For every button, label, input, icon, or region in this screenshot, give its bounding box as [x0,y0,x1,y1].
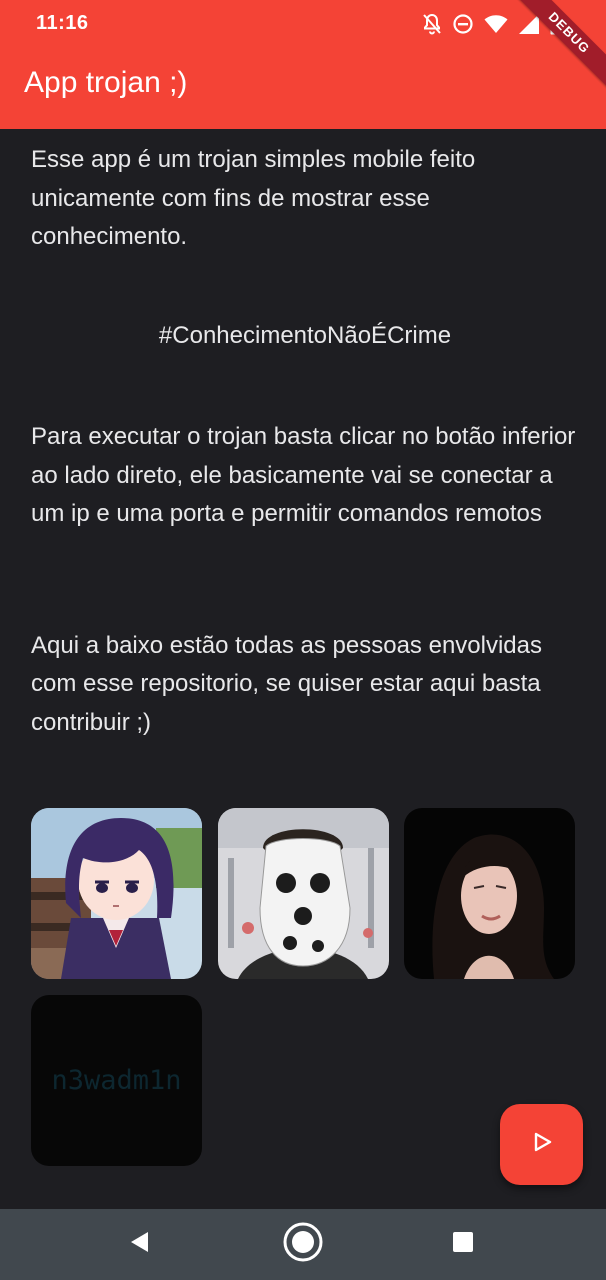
wifi-icon [484,14,508,34]
run-trojan-button[interactable] [500,1104,583,1185]
contributor-3-avatar[interactable] [404,808,575,979]
content-body: Esse app é um trojan simples mobile feit… [31,141,579,742]
contributor-1-avatar[interactable] [31,808,202,979]
instructions-text: Para executar o trojan basta clicar no b… [31,423,576,527]
notifications-off-icon [422,13,442,35]
status-time: 11:16 [36,12,89,34]
system-nav-bar [0,1209,606,1280]
home-icon [282,1221,324,1268]
do-not-disturb-icon [452,13,474,35]
intro-text: Esse app é um trojan simples mobile feit… [31,146,476,250]
contributor-2-avatar[interactable] [218,808,389,979]
app-bar: 11:16 DEBUG App trojan ;) [0,0,606,129]
play-icon [531,1131,553,1158]
app-title: App trojan ;) [24,66,188,99]
recents-icon [452,1231,474,1258]
back-icon [128,1230,152,1259]
back-button[interactable] [120,1209,160,1280]
hashtag-text: #ConhecimentoNãoÉCrime [158,321,452,349]
app-screen: 11:16 DEBUG App trojan ;) Esse app é um … [0,0,606,1280]
recents-button[interactable] [443,1209,483,1280]
home-button[interactable] [282,1209,324,1280]
contributor-4-logo-text: n3wadm1n [51,1065,182,1096]
contributors-intro-text: Aqui a baixo estão todas as pessoas envo… [31,631,542,736]
contributor-4-avatar[interactable]: n3wadm1n [31,995,202,1166]
status-bar: 11:16 DEBUG [0,0,606,94]
